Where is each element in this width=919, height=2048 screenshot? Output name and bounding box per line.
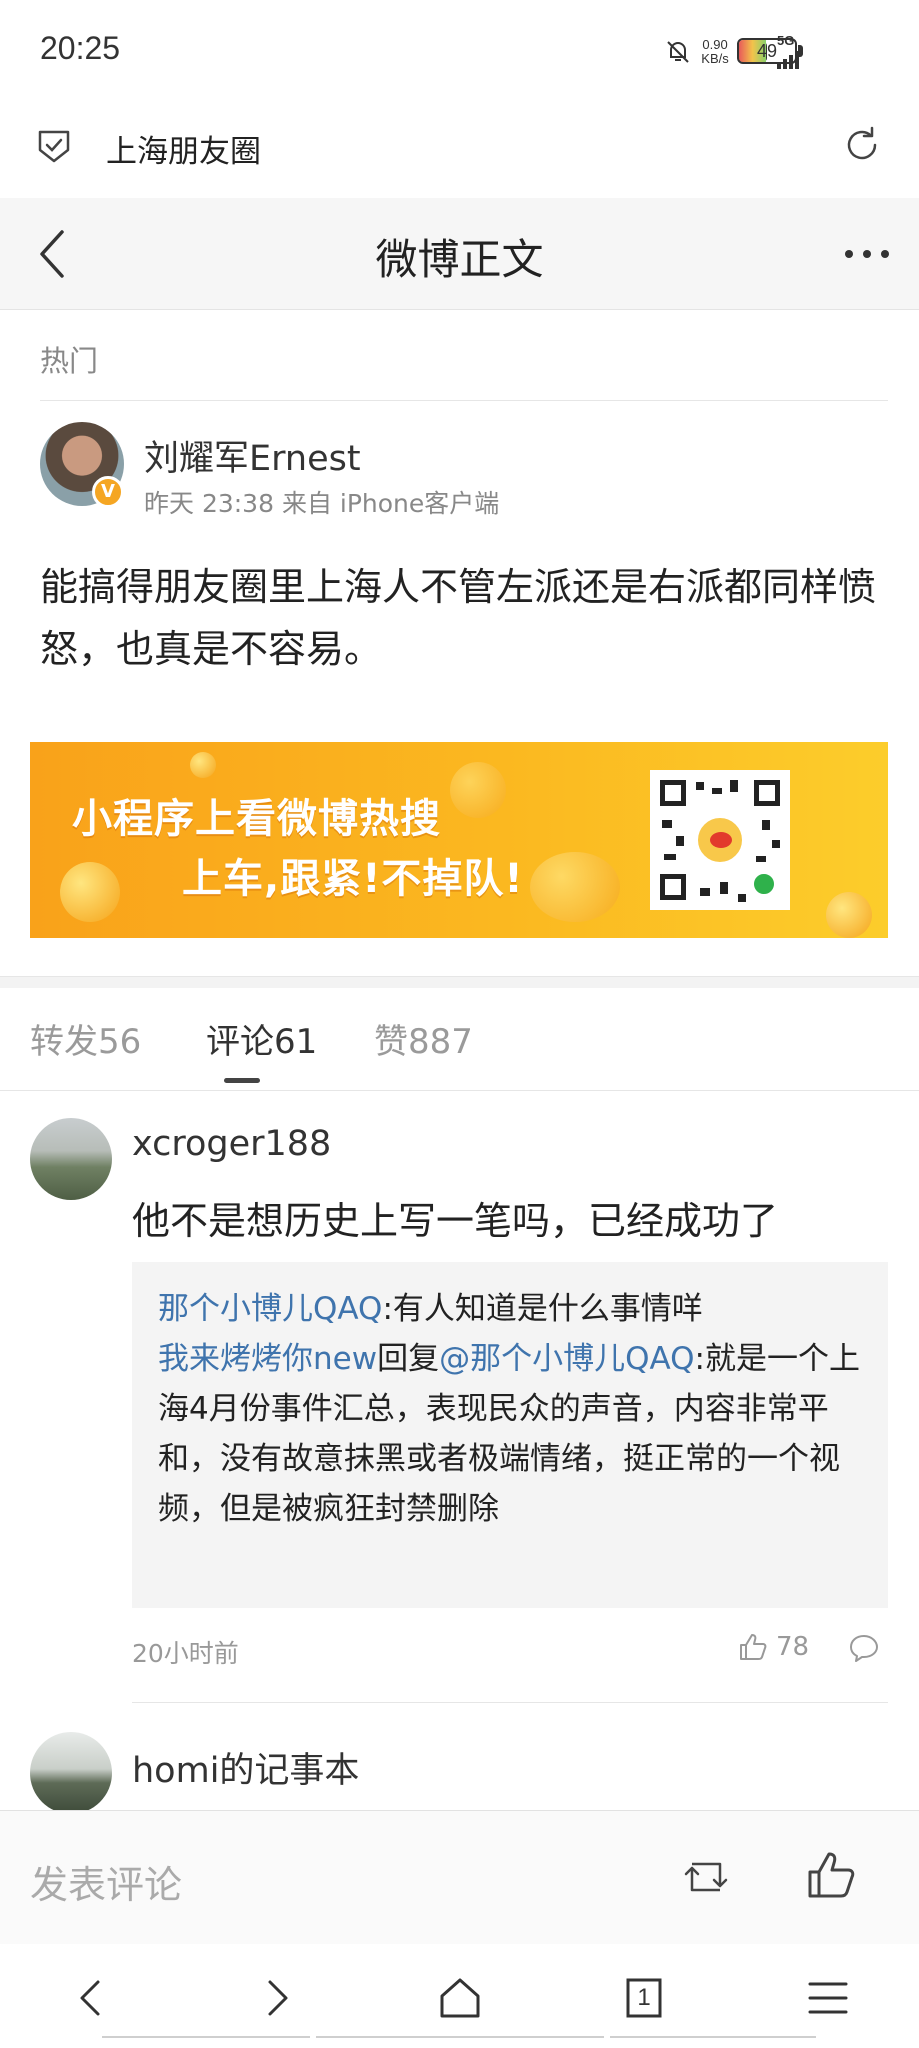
home-icon[interactable] <box>432 1970 488 2026</box>
commenter-avatar[interactable] <box>30 1118 112 1200</box>
comment-time: 20小时前 <box>132 1639 239 1668</box>
net-speed: 0.90 KB/s <box>701 36 729 66</box>
refresh-icon[interactable] <box>841 124 883 166</box>
nav-back-icon[interactable] <box>64 1970 120 2026</box>
divider <box>40 400 888 401</box>
reply-text: :有人知道是什么事情咩 <box>382 1291 703 1327</box>
more-options-icon[interactable] <box>845 250 889 258</box>
nav-indicator <box>316 2036 604 2038</box>
tab-count: 1 <box>637 1984 651 2011</box>
author-name[interactable]: 刘耀军Ernest <box>144 430 361 481</box>
section-divider <box>0 976 919 988</box>
battery-icon: 49 <box>737 38 797 64</box>
status-time: 20:25 <box>40 30 121 66</box>
battery-level: 49 <box>756 41 778 61</box>
post-text: 能搞得朋友圈里上海人不管左派还是右派都同样愤怒，也真是不容易。 <box>40 565 877 671</box>
reply-word: 回复 <box>377 1341 440 1377</box>
banner-headline: 小程序上看微博热搜 <box>72 796 441 842</box>
reply-thread-text: 那个小博儿QAQ:有人知道是什么事情咩 我来烤烤你new回复@那个小博儿QAQ:就… <box>158 1284 874 1534</box>
active-tab-indicator <box>224 1078 260 1083</box>
nav-indicator <box>102 2036 310 2038</box>
comment-input[interactable]: 发表评论 <box>30 1854 182 1909</box>
page-title: 微博正文 <box>375 235 544 284</box>
nav-indicator <box>610 2036 816 2038</box>
shield-check-icon[interactable] <box>36 128 72 164</box>
mini-program-banner[interactable]: 小程序上看微博热搜 上车,跟紧!不掉队! <box>30 742 888 938</box>
thumbs-up-icon[interactable] <box>806 1850 856 1900</box>
nav-forward-icon[interactable] <box>248 1970 304 2026</box>
repost-icon[interactable] <box>682 1856 730 1898</box>
mute-bell-icon <box>667 40 690 63</box>
comment-like-button[interactable]: 78 <box>738 1632 809 1662</box>
menu-icon[interactable] <box>800 1970 856 2026</box>
reply-bubble-icon[interactable] <box>848 1632 880 1664</box>
tab-reposts[interactable]: 转发56 <box>30 1014 141 1063</box>
comment-username[interactable]: xcroger188 <box>132 1124 331 1164</box>
commenter-avatar[interactable] <box>30 1732 112 1814</box>
comment-like-count: 78 <box>776 1632 810 1662</box>
reply-user-link[interactable]: 那个小博儿QAQ <box>158 1291 382 1327</box>
tab-likes[interactable]: 赞887 <box>374 1014 473 1063</box>
verified-badge-icon: V <box>92 476 124 508</box>
reply-user-link[interactable]: 我来烤烤你new <box>158 1341 377 1377</box>
divider <box>0 1090 919 1091</box>
comment-replies-box[interactable]: 那个小博儿QAQ:有人知道是什么事情咩 我来烤烤你new回复@那个小博儿QAQ:就… <box>132 1262 888 1608</box>
mention-link[interactable]: @那个小博儿QAQ <box>439 1341 694 1377</box>
post-meta: 昨天 23:38 来自 iPhone客户端 <box>144 489 500 518</box>
comment-text: 他不是想历史上写一笔吗，已经成功了 <box>132 1199 779 1243</box>
thumbs-up-icon <box>740 1634 767 1660</box>
browser-page-title: 上海朋友圈 <box>106 134 261 170</box>
qr-code-icon <box>650 770 790 910</box>
tab-comments[interactable]: 评论61 <box>206 1014 317 1063</box>
battery-tip <box>798 45 803 57</box>
divider <box>132 1702 888 1703</box>
comment-username[interactable]: homi的记事本 <box>132 1742 359 1793</box>
banner-subline: 上车,跟紧!不掉队! <box>182 856 524 902</box>
hot-section-label: 热门 <box>40 344 99 378</box>
tabs-button[interactable]: 1 <box>616 1970 672 2026</box>
